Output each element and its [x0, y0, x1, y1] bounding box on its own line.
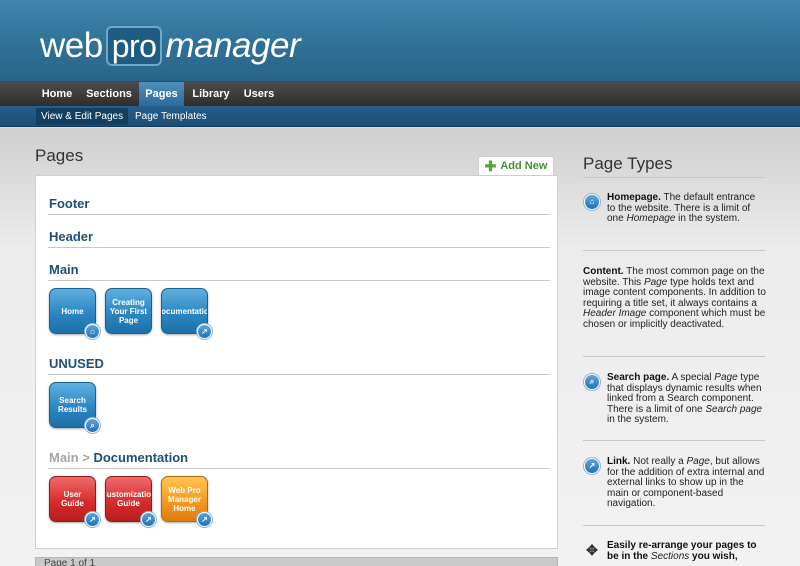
- section-divider: [48, 280, 550, 281]
- logo[interactable]: web pro manager: [40, 22, 301, 70]
- type-emphasis: Page: [686, 456, 710, 467]
- page-icon-label: Web Pro Manager Home: [168, 485, 201, 513]
- page-icon-label: Search Results: [58, 396, 87, 414]
- type-name: Link.: [607, 456, 631, 467]
- section-divider: [48, 214, 550, 215]
- link-icon: ↗: [196, 323, 213, 340]
- type-content: Content. The most common page on the web…: [583, 266, 766, 330]
- section-title-main[interactable]: Main: [49, 262, 79, 277]
- type-emphasis: Homepage: [626, 213, 676, 224]
- section-divider: [583, 525, 765, 526]
- page-icon-label: Documentation: [161, 306, 207, 316]
- page-icon-label: Customization Guide: [106, 490, 152, 508]
- page-types-title: Page Types: [583, 154, 673, 173]
- type-rearrange: ✥ Easily re-arrange your pages to be in …: [583, 540, 766, 562]
- pages-panel: Footer Header Main Home ⌂ Creating Your …: [35, 175, 558, 549]
- type-name: Content.: [583, 266, 624, 277]
- section-divider: [48, 468, 550, 469]
- page-icon-label: User Guide: [61, 490, 84, 508]
- pages-title: Pages: [35, 146, 84, 165]
- search-icon: ⌕: [583, 373, 601, 391]
- page-icon-label: Home: [61, 306, 84, 316]
- nav-tab-sections[interactable]: Sections: [81, 82, 137, 106]
- section-divider: [48, 247, 550, 248]
- logo-web: web: [40, 26, 103, 65]
- section-title-header[interactable]: Header: [49, 229, 93, 244]
- type-text: you wish,: [689, 550, 738, 562]
- sub-nav: View & Edit Pages Page Templates: [0, 106, 800, 127]
- subnav-page-templates[interactable]: Page Templates: [130, 108, 212, 125]
- type-emphasis: Page: [643, 276, 668, 288]
- type-text: in the system.: [607, 414, 669, 425]
- type-homepage: ⌂ Homepage. The default entrance to the …: [583, 192, 766, 225]
- main-nav: Home Sections Pages Library Users: [0, 82, 800, 106]
- link-icon: ↗: [583, 457, 601, 475]
- type-emphasis: Search page: [705, 403, 763, 415]
- type-search-page: ⌕ Search page. A special Page type that …: [583, 372, 766, 426]
- pager: Page 1 of 1: [35, 557, 558, 566]
- move-icon: ✥: [586, 542, 598, 558]
- type-emphasis: Header Image: [583, 308, 647, 319]
- logo-manager: manager: [165, 26, 301, 65]
- search-icon: ⌕: [84, 417, 101, 434]
- masthead: web pro manager: [0, 0, 800, 82]
- type-name: Homepage.: [607, 192, 661, 203]
- nav-tab-users[interactable]: Users: [238, 82, 280, 106]
- section-divider: [48, 374, 550, 375]
- plus-icon: ✚: [484, 158, 497, 174]
- section-divider: [583, 356, 765, 357]
- type-name: Search page.: [607, 372, 670, 383]
- type-text: in the system.: [675, 213, 740, 224]
- type-emphasis: Sections: [650, 550, 690, 562]
- section-title-unused[interactable]: UNUSED: [49, 356, 104, 371]
- section-divider: [583, 440, 765, 441]
- type-text: A special: [669, 372, 715, 383]
- section-divider: [583, 250, 765, 251]
- add-new-label: Add New: [500, 160, 548, 172]
- type-emphasis: Page: [714, 372, 738, 383]
- type-link: ↗ Link. Not really a Page, but allows fo…: [583, 456, 766, 510]
- nav-tab-library[interactable]: Library: [186, 82, 236, 106]
- breadcrumb-parent[interactable]: Main: [49, 450, 79, 465]
- breadcrumb-separator: >: [82, 450, 90, 465]
- home-icon: ⌂: [583, 193, 601, 211]
- nav-tab-home[interactable]: Home: [35, 82, 79, 106]
- link-icon: ↗: [140, 511, 157, 528]
- page-icon-creating-first-page[interactable]: Creating Your First Page: [105, 288, 152, 334]
- nav-tab-pages[interactable]: Pages: [139, 82, 184, 106]
- logo-pro: pro: [105, 26, 163, 66]
- add-new-button[interactable]: ✚ Add New: [478, 156, 554, 176]
- type-text: Not really a: [630, 456, 687, 467]
- section-title-documentation[interactable]: Main > Documentation: [49, 450, 188, 465]
- section-title-footer[interactable]: Footer: [49, 196, 89, 211]
- breadcrumb-current: Documentation: [93, 450, 189, 465]
- home-icon: ⌂: [84, 323, 101, 340]
- subnav-view-edit-pages[interactable]: View & Edit Pages: [36, 108, 129, 125]
- link-icon: ↗: [196, 511, 213, 528]
- section-divider: [583, 177, 765, 178]
- link-icon: ↗: [84, 511, 101, 528]
- page-icon-label: Creating Your First Page: [109, 297, 148, 325]
